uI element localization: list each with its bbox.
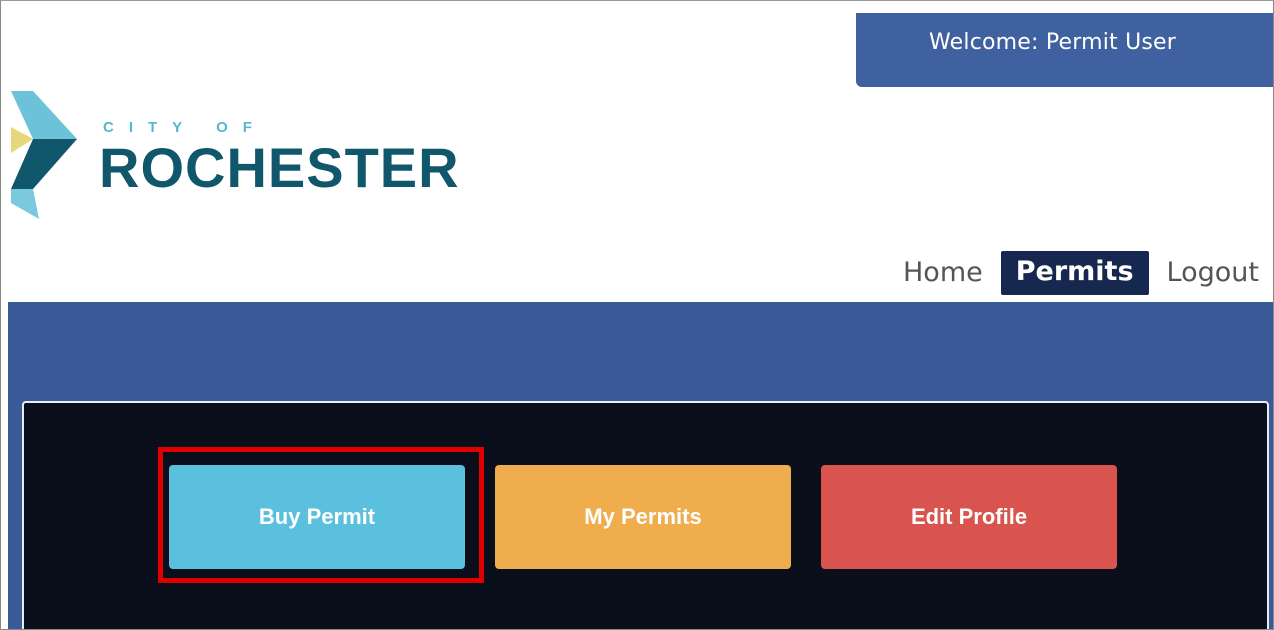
logo-city-of: CITY OF (103, 119, 267, 136)
nav-home[interactable]: Home (891, 250, 995, 296)
welcome-text: Welcome: Permit User (929, 30, 1177, 55)
chevron-logo-icon (11, 91, 77, 219)
my-permits-button[interactable]: My Permits (495, 465, 791, 569)
main-nav: Home Permits Logout (891, 250, 1271, 296)
logo-rochester: ROCHESTER (99, 136, 460, 199)
welcome-bar: Welcome: Permit User (856, 13, 1273, 87)
nav-logout[interactable]: Logout (1155, 250, 1271, 296)
city-logo[interactable]: CITY OF ROCHESTER (11, 91, 471, 221)
edit-profile-button[interactable]: Edit Profile (821, 465, 1117, 569)
nav-permits[interactable]: Permits (1000, 251, 1149, 295)
page-frame: Welcome: Permit User CITY OF ROCHESTER H… (0, 0, 1274, 630)
actions-panel: Buy Permit My Permits Edit Profile (22, 401, 1269, 629)
buy-permit-button[interactable]: Buy Permit (169, 465, 465, 569)
